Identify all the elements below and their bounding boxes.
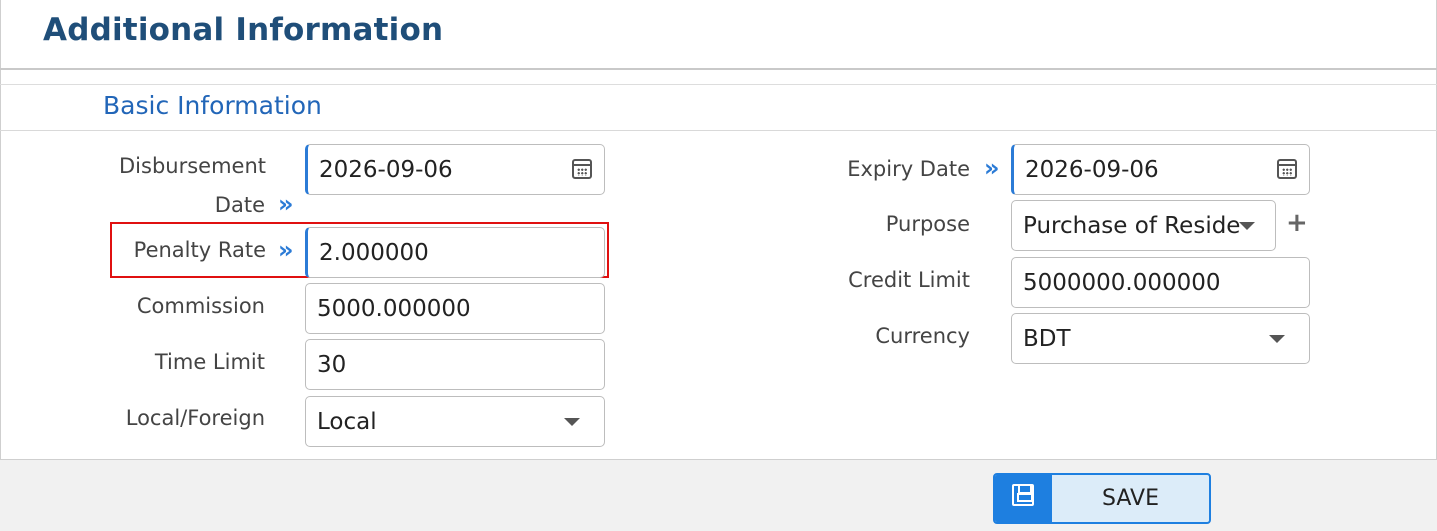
penalty-rate-value: 2.000000 — [319, 240, 429, 266]
commission-value: 5000.000000 — [317, 296, 471, 322]
required-marker-icon: » — [278, 236, 293, 264]
required-marker-icon: » — [984, 154, 999, 182]
expiry-date-field[interactable]: 2026-09-06 — [1011, 144, 1310, 195]
add-icon[interactable]: + — [1286, 208, 1308, 238]
divider — [0, 84, 1437, 85]
commission-field[interactable]: 5000.000000 — [305, 283, 605, 334]
credit-limit-value: 5000000.000000 — [1023, 270, 1221, 296]
disbursement-date-field[interactable]: 2026-09-06 — [305, 144, 605, 195]
required-marker-icon: » — [278, 190, 293, 218]
currency-label: Currency — [875, 324, 970, 348]
expiry-date-label: Expiry Date — [847, 157, 970, 181]
divider — [0, 68, 1437, 70]
currency-value: BDT — [1023, 326, 1071, 352]
time-limit-field[interactable]: 30 — [305, 339, 605, 390]
credit-limit-label: Credit Limit — [848, 268, 970, 292]
calendar-icon[interactable] — [572, 159, 592, 179]
currency-select[interactable]: BDT — [1011, 313, 1310, 364]
divider — [0, 130, 1437, 131]
expiry-date-value: 2026-09-06 — [1025, 157, 1159, 183]
time-limit-value: 30 — [317, 352, 347, 378]
local-foreign-select[interactable]: Local — [305, 396, 605, 447]
form-footer — [0, 459, 1437, 531]
time-limit-label: Time Limit — [154, 350, 265, 374]
penalty-rate-field[interactable]: 2.000000 — [305, 227, 605, 278]
page-title: Additional Information — [43, 12, 444, 48]
credit-limit-field[interactable]: 5000000.000000 — [1011, 257, 1310, 308]
chevron-down-icon[interactable] — [1239, 222, 1255, 230]
purpose-label: Purpose — [885, 212, 970, 236]
purpose-value: Purchase of Reside — [1023, 213, 1241, 239]
chevron-down-icon[interactable] — [1269, 335, 1285, 343]
calendar-icon[interactable] — [1277, 159, 1297, 179]
save-button[interactable]: SAVE — [993, 473, 1211, 524]
disbursement-date-label: Disbursement — [119, 154, 266, 178]
purpose-select[interactable]: Purchase of Reside — [1011, 200, 1276, 251]
chevron-down-icon[interactable] — [564, 418, 580, 426]
section-title: Basic Information — [103, 91, 322, 120]
local-foreign-label: Local/Foreign — [125, 406, 265, 430]
save-button-label: SAVE — [1102, 486, 1159, 511]
penalty-rate-label: Penalty Rate — [133, 238, 266, 262]
floppy-disk-icon — [1012, 484, 1034, 506]
disbursement-date-label-2: Date — [214, 193, 265, 217]
local-foreign-value: Local — [317, 409, 377, 435]
commission-label: Commission — [136, 294, 265, 318]
save-icon-box — [995, 475, 1052, 522]
disbursement-date-value: 2026-09-06 — [319, 157, 453, 183]
